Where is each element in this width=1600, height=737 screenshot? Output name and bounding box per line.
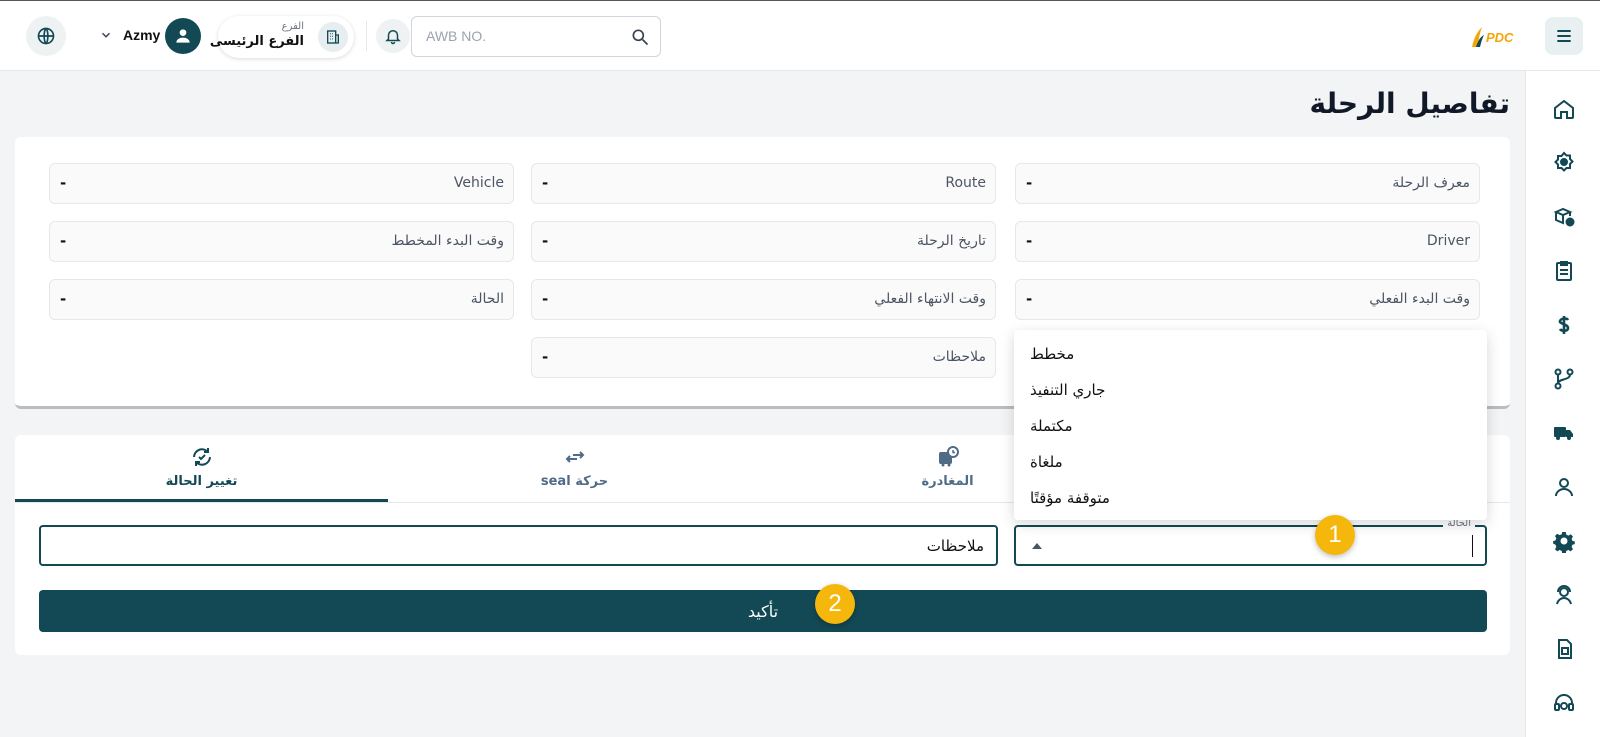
tab-label: تغيير الحالة bbox=[165, 474, 238, 489]
status-dropdown-menu: مخطط جاري التنفيذ مكتملة ملغاة متوقفة مؤ… bbox=[1014, 330, 1487, 520]
truck-icon[interactable] bbox=[1552, 421, 1576, 445]
user-icon bbox=[176, 29, 190, 43]
branch-name: الفرع الرئيسى bbox=[209, 34, 304, 49]
notes-placeholder: ملاحظات bbox=[926, 537, 984, 555]
field-value: - bbox=[542, 174, 549, 192]
svg-text:PDC: PDC bbox=[1486, 30, 1514, 45]
notifications-button[interactable] bbox=[376, 19, 410, 53]
field-value: - bbox=[542, 232, 549, 250]
sim-card-icon[interactable] bbox=[1552, 637, 1576, 661]
field-label: معرف الرحلة bbox=[1392, 175, 1470, 191]
tab-change-status[interactable]: تغيير الحالة bbox=[15, 435, 388, 502]
field-label: Route bbox=[945, 175, 986, 191]
status-field: الحالة - bbox=[49, 279, 514, 320]
driver-field: Driver - bbox=[1015, 221, 1480, 262]
tab-label: حركة seal bbox=[540, 474, 609, 489]
field-label: وقت الانتهاء الفعلي bbox=[874, 291, 986, 307]
field-label: Vehicle bbox=[453, 175, 504, 191]
step-badge-2: 2 bbox=[815, 584, 855, 624]
field-value: - bbox=[1026, 232, 1033, 250]
field-value: - bbox=[1026, 290, 1033, 308]
building-icon bbox=[318, 22, 348, 52]
refresh-check-icon bbox=[192, 448, 211, 466]
language-button[interactable] bbox=[26, 16, 66, 56]
field-value: - bbox=[60, 174, 67, 192]
sidebar bbox=[1525, 71, 1600, 737]
page-title: تفاصيل الرحلة bbox=[1309, 87, 1510, 120]
vehicle-field: Vehicle - bbox=[49, 163, 514, 204]
menu-toggle-button[interactable] bbox=[1545, 17, 1583, 55]
confirm-button[interactable]: تأكيد bbox=[39, 590, 1487, 632]
status-option-planned[interactable]: مخطط bbox=[1014, 336, 1487, 372]
field-label: ملاحظات bbox=[932, 349, 986, 365]
hamburger-icon bbox=[1557, 30, 1571, 42]
confirm-label: تأكيد bbox=[747, 601, 779, 621]
clipboard-icon[interactable] bbox=[1552, 259, 1576, 283]
dollar-icon[interactable] bbox=[1552, 313, 1576, 337]
tab-seal-movement[interactable]: حركة seal bbox=[388, 435, 761, 502]
trip-id-field: معرف الرحلة - bbox=[1015, 163, 1480, 204]
avatar[interactable] bbox=[165, 18, 201, 54]
pdc-logo: PDC bbox=[1472, 27, 1514, 47]
awb-search-box[interactable] bbox=[411, 16, 661, 57]
notes-input[interactable]: ملاحظات bbox=[39, 525, 998, 566]
field-label: تاريخ الرحلة bbox=[917, 233, 986, 249]
status-option-cancelled[interactable]: ملغاة bbox=[1014, 444, 1487, 480]
actual-start-field: وقت البدء الفعلي - bbox=[1015, 279, 1480, 320]
field-label: وقت البدء المخطط bbox=[391, 233, 504, 249]
awb-search-input[interactable] bbox=[426, 28, 616, 44]
status-select[interactable]: الحالة bbox=[1014, 518, 1487, 566]
chevron-down-icon[interactable] bbox=[99, 28, 113, 42]
field-value: - bbox=[1026, 174, 1033, 192]
support-agent-icon[interactable] bbox=[1552, 583, 1576, 607]
ai-headset-icon[interactable] bbox=[1552, 691, 1576, 715]
field-label: وقت البدء الفعلي bbox=[1369, 291, 1470, 307]
status-option-paused[interactable]: متوقفة مؤقتًا bbox=[1014, 480, 1487, 516]
planned-start-field: وقت البدء المخطط - bbox=[49, 221, 514, 262]
header-divider bbox=[366, 21, 367, 51]
branch-caption: الفرع bbox=[281, 21, 304, 32]
text-cursor bbox=[1472, 535, 1473, 557]
top-header: Azmy الفرع الفرع الرئيسى PDC bbox=[0, 1, 1600, 71]
bell-icon bbox=[385, 30, 401, 45]
new-badge-icon[interactable] bbox=[1552, 151, 1576, 175]
field-value: - bbox=[542, 290, 549, 308]
field-value: - bbox=[60, 232, 67, 250]
field-value: - bbox=[542, 348, 549, 366]
route-field: Route - bbox=[531, 163, 996, 204]
swap-arrows-icon bbox=[565, 451, 584, 463]
trip-date-field: تاريخ الرحلة - bbox=[531, 221, 996, 262]
search-icon[interactable] bbox=[630, 27, 650, 47]
field-label: Driver bbox=[1426, 233, 1470, 249]
status-option-in-progress[interactable]: جاري التنفيذ bbox=[1014, 372, 1487, 408]
field-value: - bbox=[60, 290, 67, 308]
branch-selector[interactable]: الفرع الفرع الرئيسى bbox=[210, 16, 354, 58]
status-option-completed[interactable]: مكتملة bbox=[1014, 408, 1487, 444]
step-badge-1: 1 bbox=[1315, 515, 1355, 555]
caret-up-icon[interactable] bbox=[1032, 543, 1042, 549]
home-icon[interactable] bbox=[1552, 97, 1576, 121]
user-outline-icon[interactable] bbox=[1552, 475, 1576, 499]
settings-gear-icon[interactable] bbox=[1552, 529, 1576, 553]
bus-clock-icon bbox=[938, 446, 959, 467]
user-name[interactable]: Azmy bbox=[123, 27, 160, 43]
packages-check-icon[interactable] bbox=[1552, 205, 1576, 229]
workflow-branch-icon[interactable] bbox=[1552, 367, 1576, 391]
notes-field: ملاحظات - bbox=[531, 337, 996, 378]
actual-end-field: وقت الانتهاء الفعلي - bbox=[531, 279, 996, 320]
globe-icon bbox=[37, 27, 55, 45]
field-label: الحالة bbox=[470, 291, 504, 307]
